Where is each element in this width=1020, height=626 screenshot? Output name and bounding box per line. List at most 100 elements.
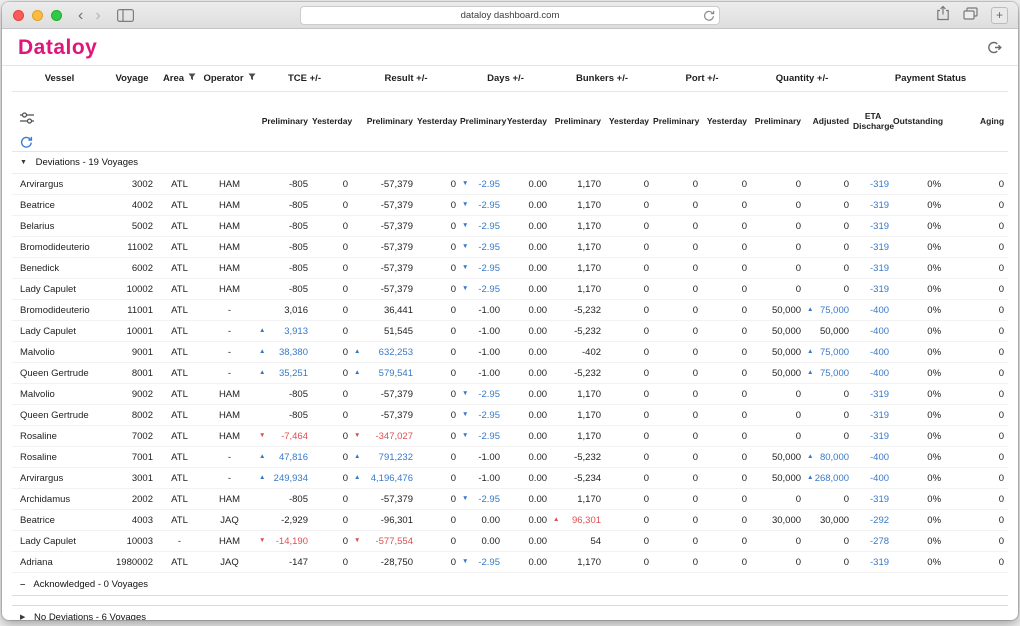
operator-filter-icon[interactable] xyxy=(248,73,256,84)
table-row[interactable]: Rosaline7001ATL-▲47,8160▲791,2320-1.000.… xyxy=(12,447,1008,468)
area-filter-icon[interactable] xyxy=(188,73,196,84)
value-cell: 0 xyxy=(417,237,460,258)
cell-value: 50,000 xyxy=(772,368,801,379)
close-window-button[interactable] xyxy=(13,10,24,21)
table-row[interactable]: Adriana1980002ATLJAQ-1470-28,7500▼-2.950… xyxy=(12,552,1008,573)
value-cell: 0 xyxy=(945,258,1008,279)
cell-value: -278 xyxy=(870,536,889,547)
value-cell: -57,379 xyxy=(352,216,417,237)
value-cell: -5,234 xyxy=(551,468,605,489)
value-cell: 1,170 xyxy=(551,216,605,237)
table-row[interactable]: Beatrice4003ATLJAQ-2,9290-96,30100.000.0… xyxy=(12,510,1008,531)
table-row[interactable]: Arvirargus3001ATL-▲249,9340▲4,196,4760-1… xyxy=(12,468,1008,489)
down-arrow-icon: ▼ xyxy=(257,538,265,545)
value-cell: ▲80,000 xyxy=(805,447,853,468)
value-cell: 0 xyxy=(605,321,653,342)
value-cell: 0% xyxy=(893,237,945,258)
cell-value: 0 xyxy=(343,179,348,190)
cell-value: -57,379 xyxy=(381,200,413,211)
table-row[interactable]: Lady Capulet10001ATL-▲3,913051,5450-1.00… xyxy=(12,321,1008,342)
value-cell: ▼-14,190 xyxy=(257,531,312,552)
refresh-icon[interactable] xyxy=(20,126,33,151)
section-no-deviations[interactable]: ▶ No Deviations - 6 Voyages xyxy=(12,605,1008,620)
up-arrow-icon: ▲ xyxy=(352,349,360,356)
reload-icon[interactable] xyxy=(703,10,715,25)
table-row[interactable]: Rosaline7002ATLHAM▼-7,4640▼-347,0270▼-2.… xyxy=(12,426,1008,447)
value-cell: -400 xyxy=(853,300,893,321)
table-row[interactable]: Queen Gertrude8002ATLHAM-8050-57,3790▼-2… xyxy=(12,405,1008,426)
table-row[interactable]: Malvolio9001ATL-▲38,3800▲632,2530-1.000.… xyxy=(12,342,1008,363)
value-cell: 0% xyxy=(893,510,945,531)
operator-code: - xyxy=(202,363,257,384)
cell-value: 0% xyxy=(927,221,941,232)
vessel-name: Arvirargus xyxy=(12,174,107,195)
value-cell: 1,170 xyxy=(551,552,605,573)
table-row[interactable]: Bromodideuterio11002ATLHAM-8050-57,3790▼… xyxy=(12,237,1008,258)
table-row[interactable]: Queen Gertrude8001ATL-▲35,2510▲579,5410-… xyxy=(12,363,1008,384)
cell-value: 0 xyxy=(742,536,747,547)
share-icon[interactable] xyxy=(936,5,950,26)
logout-icon[interactable] xyxy=(987,40,1002,60)
cell-value: -1.00 xyxy=(478,368,500,379)
section-acknowledged[interactable]: – Acknowledged - 0 Voyages xyxy=(12,573,1008,596)
cell-value: -2,929 xyxy=(281,515,308,526)
cell-value: -57,379 xyxy=(381,494,413,505)
cell-value: 0 xyxy=(693,263,698,274)
minimize-window-button[interactable] xyxy=(32,10,43,21)
table-row[interactable]: Belarius5002ATLHAM-8050-57,3790▼-2.950.0… xyxy=(12,216,1008,237)
cell-value: 0.00 xyxy=(529,473,548,484)
tabs-overview-icon[interactable] xyxy=(963,7,978,25)
cell-value: 0 xyxy=(999,494,1004,505)
cell-value: 0 xyxy=(844,179,849,190)
cell-value: -319 xyxy=(870,431,889,442)
table-row[interactable]: Archidamus2002ATLHAM-8050-57,3790▼-2.950… xyxy=(12,489,1008,510)
cell-value: 0 xyxy=(644,515,649,526)
section-acknowledged-label: Acknowledged - 0 Voyages xyxy=(33,579,148,590)
table-row[interactable]: Lady Capulet10003-HAM▼-14,1900▼-577,5540… xyxy=(12,531,1008,552)
operator-code: HAM xyxy=(202,405,257,426)
value-cell: ▼-2.95 xyxy=(460,552,504,573)
down-arrow-icon: ▼ xyxy=(257,433,265,440)
value-cell: 0.00 xyxy=(504,342,551,363)
table-row[interactable]: Lady Capulet10002ATLHAM-8050-57,3790▼-2.… xyxy=(12,279,1008,300)
subheader-eta-discharge: ETA Discharge xyxy=(853,91,893,152)
table-row[interactable]: Benedick6002ATLHAM-8050-57,3790▼-2.950.0… xyxy=(12,258,1008,279)
back-button[interactable]: ‹ xyxy=(78,2,83,29)
value-cell: 0 xyxy=(605,363,653,384)
forward-button[interactable]: › xyxy=(95,2,100,29)
sidebar-toggle-icon[interactable] xyxy=(117,9,134,22)
cell-value: -57,379 xyxy=(381,263,413,274)
table-row[interactable]: Bromodideuterio11001ATL-3,016036,4410-1.… xyxy=(12,300,1008,321)
up-arrow-icon: ▲ xyxy=(257,328,265,335)
vessel-name: Arvirargus xyxy=(12,468,107,489)
cell-value: 0 xyxy=(844,389,849,400)
cell-value: -805 xyxy=(289,494,308,505)
value-cell: 0 xyxy=(751,258,805,279)
value-cell: 0 xyxy=(945,216,1008,237)
new-tab-button[interactable]: + xyxy=(991,7,1008,24)
cell-value: 0 xyxy=(693,284,698,295)
section-deviations[interactable]: ▼ Deviations - 19 Voyages xyxy=(12,152,1008,174)
table-row[interactable]: Arvirargus3002ATLHAM-8050-57,3790▼-2.950… xyxy=(12,174,1008,195)
table-row[interactable]: Beatrice4002ATLHAM-8050-57,3790▼-2.950.0… xyxy=(12,195,1008,216)
table-toolbar xyxy=(12,91,257,152)
zoom-window-button[interactable] xyxy=(51,10,62,21)
cell-value: 0 xyxy=(343,221,348,232)
table-row[interactable]: Malvolio9002ATLHAM-8050-57,3790▼-2.950.0… xyxy=(12,384,1008,405)
value-cell: 50,000 xyxy=(805,321,853,342)
value-cell: 0 xyxy=(945,468,1008,489)
filter-settings-icon[interactable] xyxy=(20,102,34,126)
address-bar[interactable]: dataloy dashboard.com xyxy=(300,6,720,25)
cell-value: 0 xyxy=(451,557,456,568)
value-cell: -402 xyxy=(551,342,605,363)
value-cell: -319 xyxy=(853,405,893,426)
cell-value: 0 xyxy=(644,557,649,568)
value-cell: 0 xyxy=(702,405,751,426)
vessel-name: Lady Capulet xyxy=(12,321,107,342)
cell-value: 0 xyxy=(343,494,348,505)
value-cell: -1.00 xyxy=(460,363,504,384)
value-cell: 0.00 xyxy=(504,468,551,489)
cell-value: 0.00 xyxy=(529,326,548,337)
cell-value: 0 xyxy=(451,452,456,463)
cell-value: -1.00 xyxy=(478,473,500,484)
